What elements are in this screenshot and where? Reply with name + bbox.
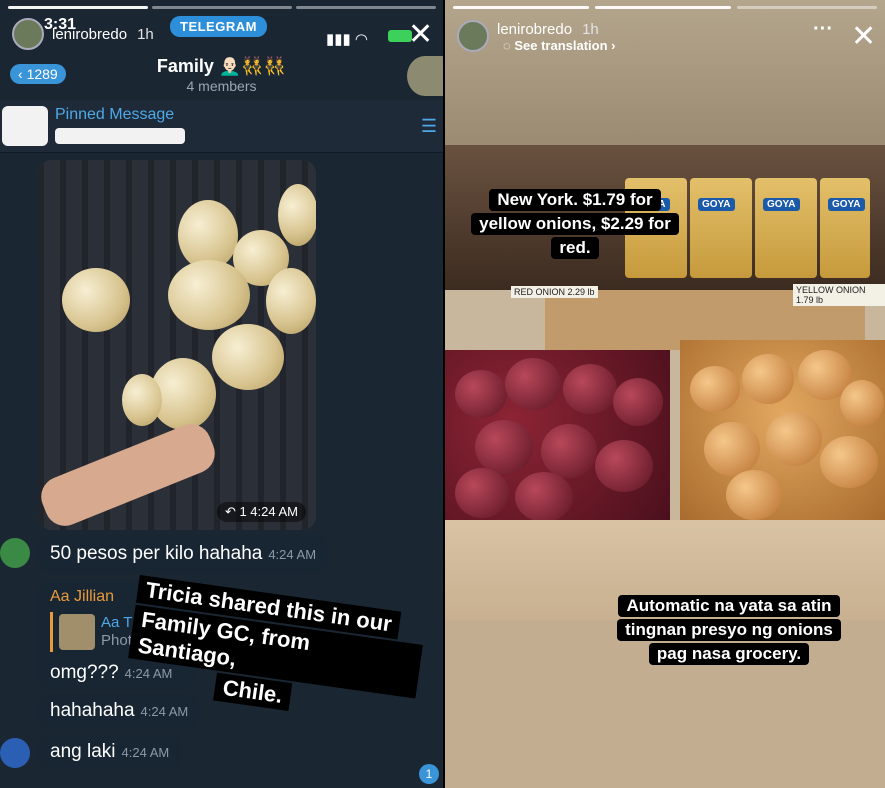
pinned-label: Pinned Message xyxy=(55,106,175,123)
bottom-caption: Automatic na yata sa atin tingnan presyo… xyxy=(595,594,863,666)
price-tag: YELLOW ONION 1.79 lb xyxy=(793,284,885,306)
redaction xyxy=(55,128,185,144)
telegram-badge: TELEGRAM xyxy=(170,16,267,37)
message-time: 4:24 AM xyxy=(140,704,189,719)
close-icon[interactable]: ✕ xyxy=(851,22,876,52)
top-caption: New York. $1.79 for yellow onions, $2.29… xyxy=(455,188,695,260)
onion xyxy=(266,268,316,334)
progress-bar xyxy=(737,6,877,9)
left-story[interactable]: 3:31 TELEGRAM ▮▮▮ ◠ lenirobredo 1h ✕ ‹ 1… xyxy=(0,0,443,788)
sender-avatar xyxy=(0,738,30,768)
sender-avatar xyxy=(0,538,30,568)
red-onion xyxy=(455,468,509,518)
see-translation-label: See translation › xyxy=(514,38,616,53)
red-onion xyxy=(541,424,597,478)
close-icon[interactable]: ✕ xyxy=(408,20,433,50)
red-onion xyxy=(455,370,507,418)
product-bag: GOYA xyxy=(690,178,752,278)
yellow-onion xyxy=(690,366,740,412)
caption-line: Automatic na yata sa atin xyxy=(618,595,840,617)
progress-bar xyxy=(8,6,148,9)
product-bag: GOYA xyxy=(820,178,870,278)
more-icon[interactable]: ··· xyxy=(813,18,833,41)
message-bubble: hahahaha 4:24 AM xyxy=(38,694,201,728)
yellow-onion xyxy=(840,380,884,426)
quote-thumbnail xyxy=(59,614,95,650)
chat-header: ‹ 1289 Family 👨🏻‍🦲👯👯 4 members xyxy=(0,48,443,98)
message-bubble: ang laki 4:24 AM xyxy=(38,735,182,769)
red-onion xyxy=(613,378,663,426)
progress-bar xyxy=(152,6,292,9)
progress-bar xyxy=(453,6,589,9)
onion xyxy=(168,260,250,330)
message-text: hahahaha xyxy=(50,700,135,721)
brand-label: GOYA xyxy=(828,198,865,211)
yellow-onion-bin xyxy=(680,340,885,525)
caption-line: yellow onions, $2.29 for xyxy=(471,213,679,235)
chat-members: 4 members xyxy=(186,78,257,94)
red-onion xyxy=(595,440,653,492)
message-text: ang laki xyxy=(50,741,116,762)
post-time: 1h xyxy=(137,25,154,43)
onion xyxy=(122,374,162,426)
avatar[interactable] xyxy=(457,20,489,52)
red-onion xyxy=(515,472,573,522)
brand-label: GOYA xyxy=(698,198,735,211)
yellow-onion xyxy=(820,436,878,488)
red-onion xyxy=(475,420,533,474)
yellow-onion xyxy=(726,470,782,520)
yellow-onion xyxy=(742,354,794,404)
unread-badge[interactable]: 1 xyxy=(419,764,439,784)
message-text: 50 pesos per kilo hahaha xyxy=(50,543,263,564)
quote-sender: Aa T xyxy=(101,614,133,631)
message-time: 4:24 AM xyxy=(268,547,317,562)
product-bag: GOYA xyxy=(755,178,817,278)
redaction xyxy=(2,106,48,146)
caption-line: tingnan presyo ng onions xyxy=(617,619,841,641)
message-time: 4:24 AM xyxy=(121,745,170,760)
photo-message: ↶ 1 4:24 AM xyxy=(38,160,316,530)
right-story[interactable]: lenirobredo 1h ◌ See translation › ··· ✕… xyxy=(445,0,885,788)
price-tag: RED ONION 2.29 lb xyxy=(511,286,598,298)
chat-title: Family 👨🏻‍🦲👯👯 xyxy=(156,56,287,76)
author-name[interactable]: lenirobredo xyxy=(497,21,572,38)
red-onion xyxy=(563,364,617,414)
author-name[interactable]: lenirobredo xyxy=(52,26,127,43)
photo-timestamp: ↶ 1 4:24 AM xyxy=(216,502,306,522)
yellow-onion xyxy=(704,422,760,476)
signal-icon: ▮▮▮ ◠ xyxy=(326,31,369,48)
message-text: omg??? xyxy=(50,662,119,683)
forward-count: ↶ 1 xyxy=(224,504,247,519)
pin-list-icon: ☰ xyxy=(420,116,437,136)
caption-line: red. xyxy=(551,237,599,259)
see-translation-link[interactable]: ◌ See translation › xyxy=(503,38,615,53)
progress-bar xyxy=(595,6,731,9)
message-bubble: 50 pesos per kilo hahaha 4:24 AM xyxy=(38,535,329,573)
caption-line: New York. $1.79 for xyxy=(489,189,661,211)
onion xyxy=(62,268,130,332)
onion xyxy=(278,184,316,246)
progress-bar xyxy=(296,6,436,9)
red-onion-bin xyxy=(445,350,670,525)
group-avatar xyxy=(407,56,443,96)
caption-line: pag nasa grocery. xyxy=(648,643,810,665)
onion xyxy=(212,324,284,390)
yellow-onion xyxy=(766,412,822,466)
reply-sender: Aa Jillian xyxy=(50,588,115,605)
brand-label: GOYA xyxy=(763,198,800,211)
pinned-message: Pinned Message ☰ xyxy=(0,100,443,153)
photo-time: 4:24 AM xyxy=(250,504,298,519)
red-onion xyxy=(505,358,561,410)
story-author[interactable]: lenirobredo 1h xyxy=(12,18,154,50)
avatar[interactable] xyxy=(12,18,44,50)
post-time: 1h xyxy=(582,20,599,38)
